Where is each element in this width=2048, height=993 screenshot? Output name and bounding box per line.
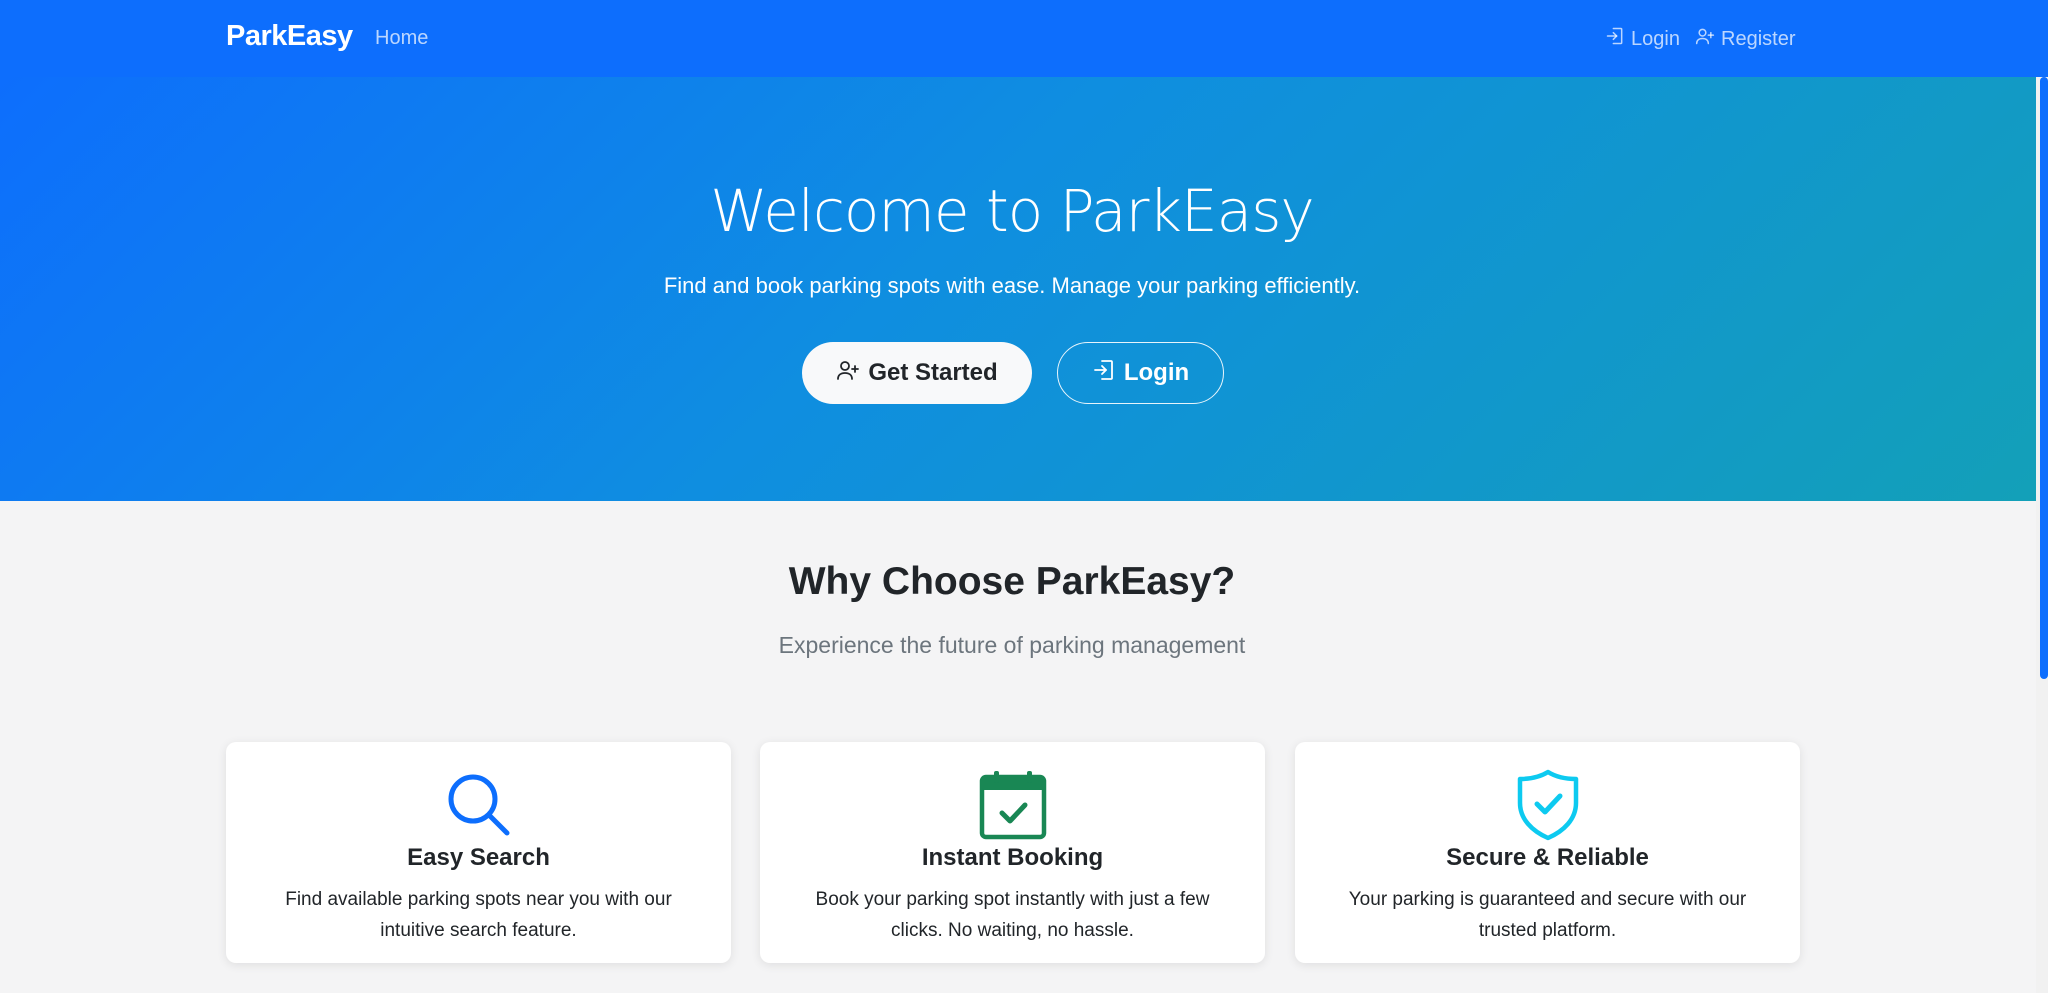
hero-login-label: Login	[1123, 359, 1190, 386]
features-subtitle: Experience the future of parking managem…	[778, 632, 1246, 658]
feature-description: Find available parking spots near you wi…	[285, 889, 672, 941]
navbar: ParkEasy Home Login Register	[0, 0, 2048, 77]
login-icon	[1605, 26, 1625, 52]
hero-login-button[interactable]: Login	[1057, 342, 1224, 404]
feature-description: Book your parking spot instantly with ju…	[815, 889, 1210, 941]
nav-link-login[interactable]: Login	[1605, 26, 1680, 52]
calendar-check-icon	[760, 769, 1265, 841]
feature-title: Secure & Reliable	[1446, 844, 1649, 871]
feature-card-secure-reliable: Secure & Reliable Your parking is guaran…	[1295, 742, 1800, 963]
nav-link-home[interactable]: Home	[375, 27, 428, 50]
person-add-icon	[1695, 26, 1715, 52]
nav-register-label: Register	[1721, 27, 1796, 50]
features-title: Why Choose ParkEasy?	[788, 560, 1236, 603]
shield-check-icon	[1295, 769, 1800, 841]
scrollbar-thumb[interactable]	[2040, 77, 2048, 679]
feature-title: Instant Booking	[921, 844, 1104, 871]
nav-link-register[interactable]: Register	[1695, 26, 1795, 52]
nav-login-label: Login	[1631, 27, 1680, 50]
hero-title: Welcome to ParkEasy	[710, 177, 1314, 245]
person-add-icon	[836, 358, 860, 389]
feature-card-instant-booking: Instant Booking Book your parking spot i…	[760, 742, 1265, 963]
search-icon	[226, 769, 731, 841]
feature-title: Easy Search	[407, 844, 550, 871]
hero-section: Welcome to ParkEasy Find and book parkin…	[0, 77, 2048, 501]
hero-subtitle: Find and book parking spots with ease. M…	[663, 273, 1361, 298]
feature-card-easy-search: Easy Search Find available parking spots…	[226, 742, 731, 963]
feature-description: Your parking is guaranteed and secure wi…	[1348, 889, 1747, 941]
get-started-button[interactable]: Get Started	[802, 342, 1032, 404]
get-started-label: Get Started	[868, 359, 998, 386]
login-icon	[1092, 358, 1116, 389]
brand-logo[interactable]: ParkEasy	[226, 20, 353, 53]
